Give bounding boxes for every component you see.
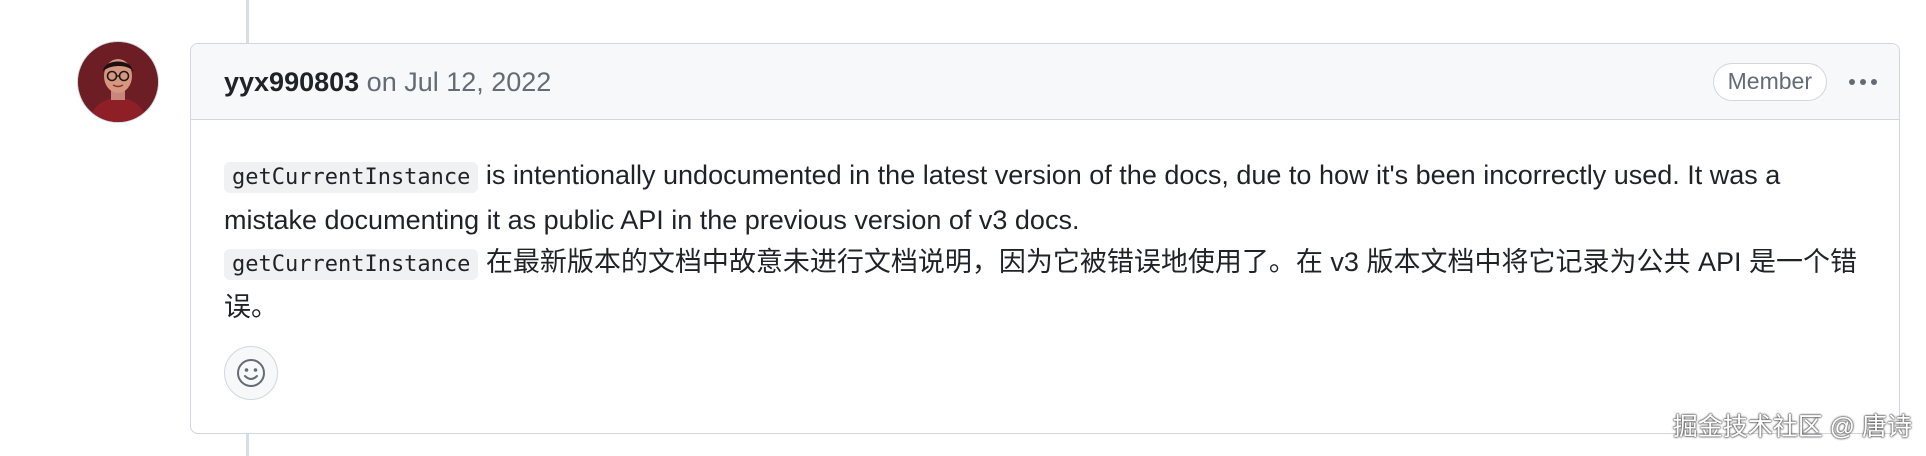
watermark: 掘金技术社区 @ 唐诗	[1672, 413, 1912, 441]
comment-body: getCurrentInstance is intentionally undo…	[224, 154, 1864, 328]
comment-paragraph-en: getCurrentInstance is intentionally undo…	[224, 154, 1864, 241]
comment-box: yyx990803 on Jul 12, 2022 Member getCurr…	[190, 43, 1900, 434]
kebab-horizontal-icon	[1849, 79, 1877, 85]
member-badge: Member	[1712, 63, 1827, 101]
comment-meta: yyx990803 on Jul 12, 2022	[224, 44, 551, 120]
inline-code: getCurrentInstance	[224, 162, 479, 193]
add-reaction-button[interactable]	[224, 346, 278, 400]
author-link[interactable]: yyx990803	[224, 67, 359, 97]
smiley-icon	[237, 359, 265, 387]
avatar-image	[78, 42, 158, 122]
comment-header: yyx990803 on Jul 12, 2022 Member	[191, 44, 1899, 120]
more-options-button[interactable]	[1843, 64, 1883, 100]
inline-code: getCurrentInstance	[224, 249, 479, 280]
avatar[interactable]	[77, 41, 159, 123]
comment-timestamp[interactable]: on Jul 12, 2022	[367, 67, 552, 97]
comment-paragraph-zh: getCurrentInstance 在最新版本的文档中故意未进行文档说明，因为…	[224, 241, 1864, 328]
